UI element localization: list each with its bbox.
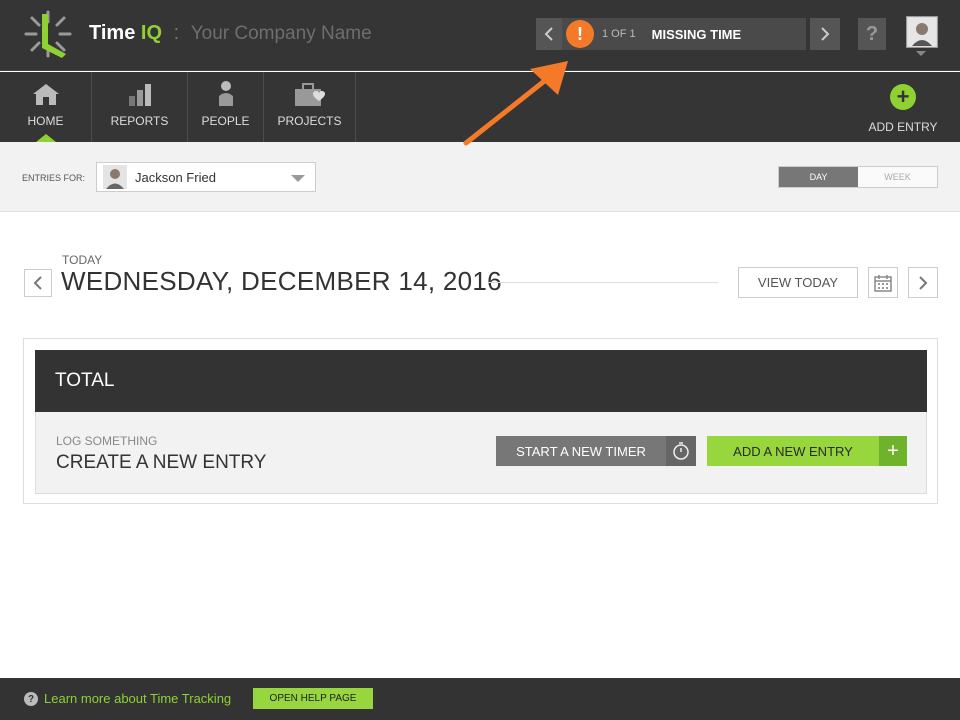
start-timer-button[interactable]: START A NEW TIMER	[496, 436, 696, 466]
toggle-week[interactable]: WEEK	[858, 167, 937, 187]
main-nav: HOME REPORTS PEOPLE PROJECTS + ADD ENTRY	[0, 72, 960, 142]
add-entry-button[interactable]: + ADD ENTRY	[868, 84, 938, 134]
exclamation-icon: !	[566, 20, 594, 48]
company-name: Your Company Name	[190, 23, 372, 44]
prev-day-button[interactable]	[24, 269, 52, 297]
date-divider	[488, 282, 718, 283]
dropdown-caret-icon	[291, 175, 305, 182]
add-new-entry-button[interactable]: ADD A NEW ENTRY +	[707, 436, 907, 466]
user-thumbnail-icon	[103, 165, 127, 189]
home-icon	[32, 84, 59, 105]
add-new-entry-label: ADD A NEW ENTRY	[733, 443, 853, 459]
brand-suffix: IQ	[140, 22, 163, 44]
create-entry-label: CREATE A NEW ENTRY	[56, 452, 267, 473]
nav-people[interactable]: PEOPLE	[188, 72, 264, 142]
plus-circle-icon: +	[890, 84, 916, 110]
question-icon: ?	[24, 692, 38, 706]
alert-count: 1 OF 1	[602, 28, 636, 40]
learn-more-link[interactable]: Learn more about Time Tracking	[44, 691, 231, 706]
entries-for-label: ENTRIES FOR:	[22, 173, 86, 183]
view-today-button[interactable]: VIEW TODAY	[738, 267, 858, 298]
entries-card: TOTAL LOG SOMETHING CREATE A NEW ENTRY S…	[23, 338, 938, 504]
start-timer-label: START A NEW TIMER	[516, 443, 646, 459]
nav-people-label: PEOPLE	[201, 114, 250, 128]
briefcase-heart-icon	[294, 83, 325, 106]
log-something-label: LOG SOMETHING	[56, 434, 158, 448]
user-photo-icon	[908, 18, 936, 46]
time-iq-logo-icon[interactable]	[22, 8, 74, 60]
nav-projects-label: PROJECTS	[277, 114, 342, 128]
new-entry-panel: LOG SOMETHING CREATE A NEW ENTRY START A…	[35, 412, 927, 494]
person-icon	[218, 81, 233, 106]
brand-separator: :	[173, 22, 180, 44]
nav-home-label: HOME	[27, 114, 64, 128]
brand: Time IQ : Your Company Name	[89, 22, 372, 45]
chevron-right-icon	[821, 27, 830, 41]
chevron-left-icon	[33, 276, 42, 290]
user-select[interactable]: Jackson Fried	[96, 162, 316, 192]
alert-body[interactable]: ! 1 OF 1 MISSING TIME	[562, 18, 806, 50]
calendar-icon	[874, 274, 892, 292]
plus-icon: +	[879, 436, 907, 466]
brand-name: Time	[89, 22, 136, 44]
alert-next-button[interactable]	[810, 18, 840, 50]
active-tab-indicator	[36, 134, 56, 142]
selected-user-name: Jackson Fried	[135, 169, 216, 185]
open-help-page-button[interactable]: OPEN HELP PAGE	[253, 688, 373, 709]
nav-reports[interactable]: REPORTS	[92, 72, 188, 142]
date-title: WEDNESDAY, DECEMBER 14, 2016	[61, 266, 502, 296]
total-header: TOTAL	[35, 350, 927, 412]
day-week-toggle: DAY WEEK	[778, 166, 938, 188]
nav-reports-label: REPORTS	[110, 114, 169, 128]
stopwatch-icon	[666, 436, 696, 466]
missing-time-alert: ! 1 OF 1 MISSING TIME	[536, 18, 840, 50]
calendar-button[interactable]	[868, 267, 898, 298]
nav-home[interactable]: HOME	[0, 72, 92, 142]
help-footer: ? Learn more about Time Tracking OPEN HE…	[0, 678, 960, 720]
alert-prev-button[interactable]	[536, 18, 562, 50]
user-avatar[interactable]	[906, 16, 938, 48]
next-day-button[interactable]	[908, 267, 938, 298]
today-label: TODAY	[62, 253, 103, 267]
filter-bar: ENTRIES FOR: Jackson Fried DAY WEEK	[0, 142, 960, 212]
nav-projects[interactable]: PROJECTS	[264, 72, 356, 142]
bar-chart-icon	[128, 84, 151, 106]
avatar-caret-icon[interactable]	[916, 51, 926, 56]
chevron-left-icon	[544, 27, 553, 41]
add-entry-label: ADD ENTRY	[868, 120, 938, 134]
alert-label: MISSING TIME	[651, 26, 742, 42]
chevron-right-icon	[919, 275, 928, 290]
toggle-day[interactable]: DAY	[779, 167, 858, 187]
help-button[interactable]: ?	[858, 18, 886, 50]
top-bar: Time IQ : Your Company Name ! 1 OF 1 MIS…	[0, 0, 960, 71]
